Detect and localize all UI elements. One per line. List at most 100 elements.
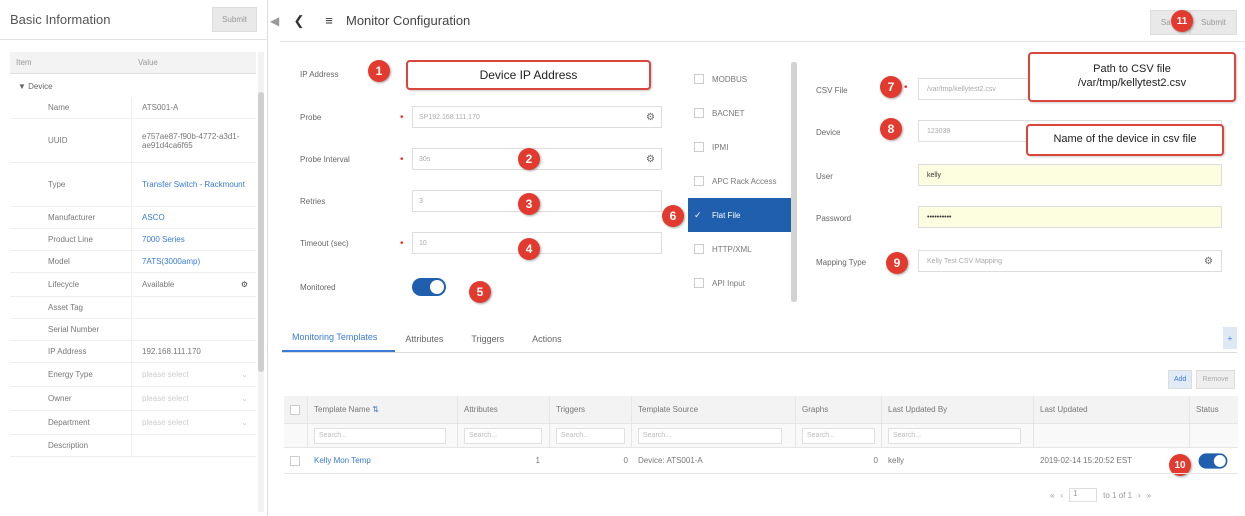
property-row: IP Address 192.168.111.170	[10, 341, 256, 363]
last-page-icon[interactable]: »	[1147, 491, 1151, 500]
collapse-left-icon[interactable]: ◀	[270, 14, 279, 28]
left-scroll-thumb[interactable]	[258, 92, 264, 372]
protocol-checkbox[interactable]	[694, 108, 704, 118]
user-input[interactable]: kelly	[918, 164, 1222, 186]
col-status[interactable]: Status	[1190, 396, 1238, 423]
filter-updated-by[interactable]: Search...	[888, 427, 1022, 444]
col-triggers[interactable]: Triggers	[550, 396, 632, 423]
col-attributes[interactable]: Attributes	[458, 396, 550, 423]
property-value[interactable]: 192.168.111.170	[132, 341, 256, 362]
filter-graphs[interactable]: Search...	[802, 427, 875, 444]
protocol-label: IPMI	[712, 142, 729, 152]
row-select-cell	[284, 448, 308, 473]
filter-template-name[interactable]: Search...	[314, 427, 446, 444]
monitored-toggle[interactable]	[412, 278, 446, 296]
password-input[interactable]: ••••••••••	[918, 206, 1222, 228]
first-page-icon[interactable]: «	[1050, 491, 1054, 500]
protocol-checkbox[interactable]	[694, 142, 704, 152]
probe-select[interactable]: SP192.168.111.170 ⚙	[412, 106, 662, 128]
required-mark: •	[400, 111, 404, 123]
gear-icon[interactable]: ⚙	[646, 154, 655, 165]
col-template-source[interactable]: Template Source	[632, 396, 796, 423]
submit-button[interactable]: Submit	[1190, 10, 1237, 35]
protocol-item[interactable]: BACNET	[688, 96, 795, 130]
next-page-icon[interactable]: ›	[1138, 491, 1141, 500]
property-value[interactable]: please select ⌄	[132, 387, 256, 410]
property-value[interactable]: 7ATS(3000amp)	[132, 251, 256, 272]
filter-triggers[interactable]: Search...	[556, 427, 625, 444]
gear-icon[interactable]: ⚙	[241, 280, 248, 289]
prev-page-icon[interactable]: ‹	[1060, 491, 1063, 500]
tab-monitoring-templates[interactable]: Monitoring Templates	[282, 332, 396, 352]
badge-4: 4	[518, 238, 540, 260]
protocol-checkbox[interactable]	[694, 244, 704, 254]
protocol-item[interactable]: API Input	[688, 266, 795, 300]
tab-triggers[interactable]: Triggers	[461, 334, 522, 352]
template-name-link[interactable]: Kelly Mon Temp	[308, 448, 458, 473]
remove-button[interactable]: Remove	[1196, 370, 1235, 389]
add-button[interactable]: Add	[1168, 370, 1193, 389]
probe-value: SP192.168.111.170	[419, 113, 480, 121]
left-scrollbar[interactable]	[258, 52, 264, 512]
property-value[interactable]	[132, 319, 256, 340]
back-icon[interactable]: ❮	[288, 10, 310, 32]
property-value[interactable]: Transfer Switch - Rackmount	[132, 163, 256, 206]
monitored-label: Monitored	[300, 282, 336, 292]
col-graphs[interactable]: Graphs	[796, 396, 882, 423]
chevron-down-icon[interactable]: ⌄	[241, 394, 248, 403]
filter-attributes[interactable]: Search...	[464, 427, 543, 444]
chevron-down-icon[interactable]: ⌄	[241, 370, 248, 379]
chevron-down-icon[interactable]: ⌄	[241, 418, 248, 427]
spacer: •	[400, 196, 412, 207]
gear-icon[interactable]: ⚙	[646, 112, 655, 123]
menu-icon[interactable]: ≡	[318, 10, 340, 32]
protocol-scrollbar[interactable]	[791, 62, 797, 302]
check-icon[interactable]: ✓	[694, 210, 704, 220]
select-all-cell	[284, 396, 308, 423]
property-value[interactable]	[132, 435, 256, 456]
badge-1: 1	[368, 60, 390, 82]
add-tab-button[interactable]: +	[1223, 327, 1237, 349]
badge-9: 9	[886, 252, 908, 274]
page-input[interactable]: 1	[1069, 488, 1098, 502]
protocol-item[interactable]: ✓ Flat File	[688, 198, 795, 232]
col-template-name[interactable]: Template Name ⇅	[308, 396, 458, 423]
property-value[interactable]: Available ⚙	[132, 273, 256, 296]
property-key: Serial Number	[10, 319, 132, 340]
property-row: Product Line 7000 Series	[10, 229, 256, 251]
status-toggle[interactable]	[1198, 452, 1228, 469]
left-submit-button[interactable]: Submit	[212, 7, 257, 32]
status-cell	[1190, 448, 1238, 473]
protocol-item[interactable]: APC Rack Access	[688, 164, 795, 198]
col-last-updated-by[interactable]: Last Updated By	[882, 396, 1034, 423]
protocol-item[interactable]: HTTP/XML	[688, 232, 795, 266]
protocol-item[interactable]: IPMI	[688, 130, 795, 164]
protocol-checkbox[interactable]	[694, 74, 704, 84]
property-value[interactable]	[132, 297, 256, 318]
gear-icon[interactable]: ⚙	[1204, 256, 1213, 267]
top-bar: ❮ ≡ Monitor Configuration Save Submit	[280, 0, 1245, 42]
property-value[interactable]: please select ⌄	[132, 363, 256, 386]
protocol-item[interactable]: MODBUS	[688, 62, 795, 96]
property-row: Energy Type please select ⌄	[10, 363, 256, 387]
mapping-type-value: Kelly Test CSV Mapping	[927, 257, 1002, 265]
property-value[interactable]: ATS001-A	[132, 97, 256, 118]
property-value[interactable]: 7000 Series	[132, 229, 256, 250]
filter-source[interactable]: Search...	[638, 427, 783, 444]
col-last-updated[interactable]: Last Updated	[1034, 396, 1190, 423]
tab-actions[interactable]: Actions	[522, 334, 580, 352]
protocol-checkbox[interactable]	[694, 176, 704, 186]
row-checkbox[interactable]	[290, 455, 300, 466]
table-row[interactable]: Kelly Mon Temp 1 0 Device: ATS001-A 0 ke…	[284, 448, 1238, 474]
property-value[interactable]: ASCO	[132, 207, 256, 228]
protocol-scroll-thumb[interactable]	[791, 62, 797, 302]
property-value[interactable]: e757ae87-f90b-4772-a3d1-ae91d4ca6f65	[132, 119, 256, 162]
mapping-type-select[interactable]: Kelly Test CSV Mapping ⚙	[918, 250, 1222, 272]
tab-attributes[interactable]: Attributes	[395, 334, 461, 352]
property-value[interactable]: please select ⌄	[132, 411, 256, 434]
property-row: Owner please select ⌄	[10, 387, 256, 411]
device-group-toggle[interactable]: ▼ Device	[10, 75, 256, 97]
protocol-checkbox[interactable]	[694, 278, 704, 288]
select-all-checkbox[interactable]	[290, 404, 300, 415]
filter-icon[interactable]: ⇅	[372, 405, 379, 414]
